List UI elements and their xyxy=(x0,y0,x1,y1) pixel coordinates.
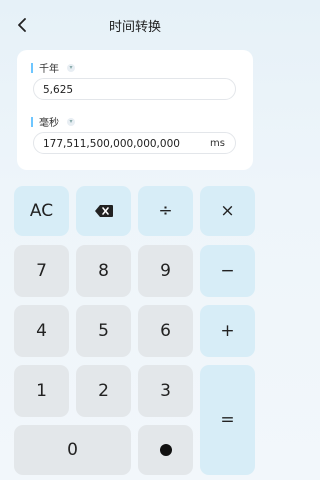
dot-icon xyxy=(159,444,172,456)
digit-9-button[interactable]: 9 xyxy=(138,245,193,297)
chevron-down-icon: ▾ xyxy=(67,63,75,72)
header: 时间转换 xyxy=(0,0,270,50)
accent-bar xyxy=(31,62,33,73)
multiply-button[interactable]: × xyxy=(200,186,255,236)
to-value: 177,511,500,000,000,000 xyxy=(43,138,180,150)
to-unit-label: 毫秒 xyxy=(39,118,59,129)
digit-1-button[interactable]: 1 xyxy=(14,365,69,417)
divide-button[interactable]: ÷ xyxy=(138,186,193,236)
from-value-field[interactable]: 5,625 xyxy=(33,78,236,100)
to-unit-suffix: ms xyxy=(210,138,225,149)
digit-8-button[interactable]: 8 xyxy=(76,245,131,297)
from-unit-selector[interactable]: 千年 ▾ xyxy=(31,60,75,75)
equals-button[interactable]: = xyxy=(200,365,255,475)
decimal-button[interactable] xyxy=(138,425,193,475)
digit-5-button[interactable]: 5 xyxy=(76,305,131,357)
clear-button[interactable]: AC xyxy=(14,186,69,236)
backspace-button[interactable] xyxy=(76,186,131,236)
from-unit-label: 千年 xyxy=(39,64,59,75)
digit-6-button[interactable]: 6 xyxy=(138,305,193,357)
to-value-field[interactable]: 177,511,500,000,000,000 ms xyxy=(33,132,236,154)
from-value: 5,625 xyxy=(43,84,74,96)
digit-7-button[interactable]: 7 xyxy=(14,245,69,297)
converter-card: 千年 ▾ 5,625 毫秒 ▾ 177,511,500,000,000,000 … xyxy=(17,50,253,170)
page-title: 时间转换 xyxy=(108,20,161,35)
to-unit-selector[interactable]: 毫秒 ▾ xyxy=(31,114,75,129)
digit-2-button[interactable]: 2 xyxy=(76,365,131,417)
digit-0-button[interactable]: 0 xyxy=(14,425,131,475)
accent-bar xyxy=(31,116,33,127)
digit-4-button[interactable]: 4 xyxy=(14,305,69,357)
backspace-icon xyxy=(94,205,113,217)
plus-button[interactable]: + xyxy=(200,305,255,357)
digit-3-button[interactable]: 3 xyxy=(138,365,193,417)
minus-button[interactable]: − xyxy=(200,245,255,297)
chevron-down-icon: ▾ xyxy=(67,117,75,126)
